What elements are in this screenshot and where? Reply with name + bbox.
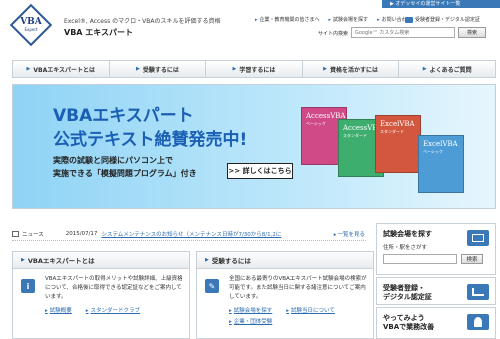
banner-desc-line2: 実施できる「模擬問題プログラム」付き: [53, 169, 197, 178]
odyssey-sites-link[interactable]: ▶ オデッセイの運営サイト一覧: [382, 0, 500, 8]
nav-item-about[interactable]: ▶ VBAエキスパートとは: [13, 61, 110, 77]
id-card-icon: [405, 16, 413, 23]
news-label: ニュース: [22, 231, 44, 238]
sidebar-registration-title: 受験者登録・ デジタル認定証: [383, 284, 432, 301]
arrow-icon: ▶: [135, 66, 140, 72]
nav-item-faq[interactable]: ▶ よくあるご質問: [399, 61, 495, 77]
header-link-exam-venue[interactable]: ▸ 試験会場を探す: [329, 16, 369, 23]
arrow-icon: ▶: [422, 66, 427, 72]
promo-banner[interactable]: VBAエキスパート 公式テキスト絶賛発売中! 実際の試験と同様にパソコン上で 実…: [12, 84, 496, 209]
panel-about-text: VBAエキスパートの取得メリットや試験詳細、上級資格について、合格後に取得できる…: [45, 276, 183, 300]
header-link-business[interactable]: ▸ 企業・教育機関の皆さまへ: [255, 16, 320, 23]
panel-take-exam-text: 全国にある最寄りのVBAエキスパート試験会場の検索が可能です。また試験当日に関す…: [229, 276, 367, 300]
link-standard-club[interactable]: ▸ スタンダードクラブ: [86, 306, 140, 314]
link-find-venue[interactable]: ▸ 試験会場を探す: [229, 306, 272, 314]
top-strip: ▶ オデッセイの運営サイト一覧: [0, 0, 500, 8]
chart-icon: [467, 284, 489, 300]
venue-search-input[interactable]: [383, 254, 457, 264]
arrow-icon: ▶: [232, 66, 237, 72]
link-corporate-exam[interactable]: ▸ 企業・団体受験: [229, 317, 272, 325]
tree-icon: [467, 314, 489, 330]
news-all-link[interactable]: ▸一覧を見る: [334, 230, 366, 238]
sidebar-exam-search: 試験会場を探す 住所・駅をさがす 検索: [376, 223, 496, 275]
header-links: ▸ 企業・教育機関の皆さまへ ▸ 試験会場を探す ▸ お問い合わせ: [255, 16, 412, 23]
arrow-icon: ▶: [26, 66, 31, 72]
news-icon: [12, 230, 19, 237]
news-headline-link[interactable]: システムメンテナンスのお知らせ（メンテナンス日時が7/30から8/1,2に: [101, 230, 321, 238]
news-bar: ニュース 2015/07/17 システムメンテナンスのお知らせ（メンテナンス日時…: [12, 227, 366, 241]
panel-take-exam-header[interactable]: ▶ 受験するには: [197, 252, 373, 269]
link-exam-day[interactable]: ▸ 試験当日について: [286, 306, 335, 325]
computer-screen-icon: [467, 230, 489, 246]
link-exam-overview[interactable]: ▸ 試験概要: [45, 306, 72, 314]
book-cover-excel-standard: ExcelVBA スタンダード: [375, 115, 421, 173]
news-date: 2015/07/17: [65, 230, 98, 237]
arrow-icon: ▶: [323, 66, 327, 72]
header-link-registration[interactable]: 受験者登録・デジタル認定証: [405, 16, 480, 23]
site-tagline: Excel®, Access のマクロ・VBAのスキルを評価する資格: [64, 18, 221, 25]
arrow-icon: ▶: [21, 257, 25, 263]
sidebar-registration[interactable]: 受験者登録・ デジタル認定証: [376, 277, 496, 305]
vba-expert-logo[interactable]: VBA Expert: [9, 3, 53, 47]
banner-title-line2: 公式テキスト絶賛発売中!: [53, 130, 248, 150]
nav-item-use-qualification[interactable]: ▶ 資格を活かすには: [303, 61, 400, 77]
site-search-button[interactable]: 検索: [458, 27, 486, 38]
panel-about-header[interactable]: ▶ VBAエキスパートとは: [13, 252, 189, 269]
sidebar-business[interactable]: やってみよう VBAで業務改善: [376, 307, 496, 339]
book-cover-excel-basic: ExcelVBA ベーシック: [418, 135, 464, 193]
logo-inner: VBA Expert: [18, 12, 44, 38]
site-search-label: サイト内検索: [318, 31, 349, 37]
panel-about: ▶ VBAエキスパートとは i VBAエキスパートの取得メリットや試験詳細、上級資…: [12, 251, 190, 339]
main-nav: ▶ VBAエキスパートとは ▶ 受験するには ▶ 学習するには ▶ 資格を活かすには ▶…: [12, 60, 496, 78]
site-title: VBA エキスパート: [64, 28, 134, 37]
panel-about-links: ▸ 試験概要 ▸ スタンダードクラブ: [45, 306, 183, 314]
panel-take-exam: ▶ 受験するには ✎ 全国にある最寄りのVBAエキスパート試験会場の検索が可能です…: [196, 251, 374, 339]
nav-item-take-exam[interactable]: ▶ 受験するには: [110, 61, 207, 77]
venue-search-button[interactable]: 検索: [461, 254, 483, 264]
banner-desc-line1: 実際の試験と同様にパソコン上で: [53, 156, 173, 165]
logo-subtext: Expert: [24, 27, 38, 32]
info-icon: i: [21, 279, 35, 293]
sidebar-exam-search-title[interactable]: 試験会場を探す: [383, 230, 432, 239]
sidebar-business-title: やってみよう VBAで業務改善: [383, 314, 435, 331]
banner-title-line1: VBAエキスパート: [53, 106, 194, 126]
logo-text: VBA: [20, 17, 42, 27]
site-search-input[interactable]: [351, 27, 455, 38]
panel-take-exam-links: ▸ 試験会場を探す ▸ 企業・団体受験 ▸ 試験当日について: [229, 306, 367, 325]
pencil-icon: ✎: [205, 279, 219, 293]
banner-details-button[interactable]: >> 詳しくはこちら: [227, 163, 293, 179]
sidebar-exam-search-sub: 住所・駅をさがす: [383, 245, 428, 251]
arrow-icon: ▶: [205, 257, 209, 263]
nav-item-study[interactable]: ▶ 学習するには: [206, 61, 303, 77]
